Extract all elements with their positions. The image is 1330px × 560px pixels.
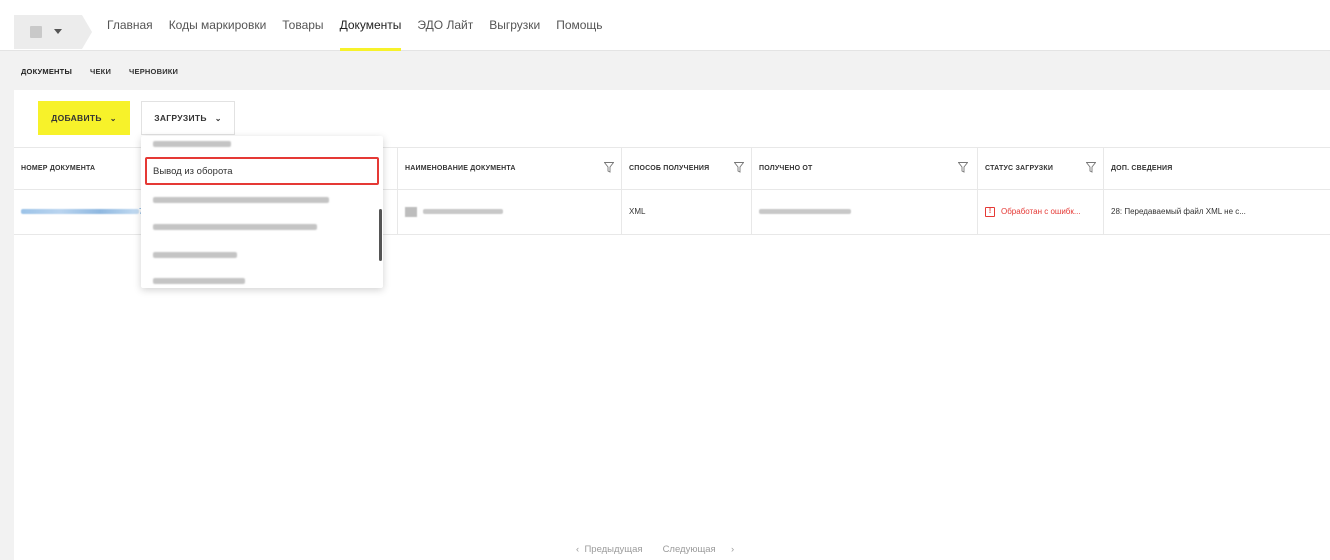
received-from-redacted (759, 209, 851, 215)
dropdown-item-label: Вывод из оборота (153, 165, 233, 177)
filter-icon[interactable] (1086, 162, 1096, 173)
dropdown-item-label-redacted (153, 224, 317, 230)
cell-upload-status: ! Обработан с ошибк... (978, 190, 1104, 234)
document-number-link[interactable] (21, 209, 139, 215)
nav-item-help[interactable]: Помощь (556, 0, 602, 51)
column-header-label: ДОП. СВЕДЕНИЯ (1111, 165, 1173, 172)
tab-documents[interactable]: ДОКУМЕНТЫ (21, 67, 72, 76)
additional-info-value: 28: Передаваемый файл XML не с... (1111, 207, 1246, 216)
column-header-receipt-method[interactable]: СПОСОБ ПОЛУЧЕНИЯ (622, 148, 752, 190)
cell-additional-info: 28: Передаваемый файл XML не с... (1104, 190, 1330, 234)
nav-item-exports[interactable]: Выгрузки (489, 0, 540, 51)
column-header-label: ПОЛУЧЕНО ОТ (759, 165, 813, 172)
upload-button-label: ЗАГРУЗИТЬ (154, 113, 207, 123)
organization-selector[interactable] (14, 15, 82, 49)
column-header-received-from[interactable]: ПОЛУЧЕНО ОТ (752, 148, 978, 190)
dropdown-item-withdrawal[interactable]: Вывод из оборота (145, 157, 379, 185)
next-page-button[interactable]: Следующая › (663, 544, 735, 555)
filter-icon[interactable] (958, 162, 968, 173)
document-icon (405, 206, 417, 217)
dropdown-item[interactable] (141, 241, 375, 269)
column-header-additional-info[interactable]: ДОП. СВЕДЕНИЯ (1104, 148, 1330, 190)
column-header-label: СТАТУС ЗАГРУЗКИ (985, 165, 1054, 172)
dropdown-item[interactable] (141, 267, 375, 288)
column-header-label: НАИМЕНОВАНИЕ ДОКУМЕНТА (405, 165, 516, 172)
dropdown-scrollbar[interactable] (379, 209, 382, 261)
sub-tabs: ДОКУМЕНТЫ ЧЕКИ ЧЕРНОВИКИ (0, 52, 1330, 90)
nav-item-home[interactable]: Главная (107, 0, 153, 51)
cell-received-from (752, 190, 978, 234)
pagination: ‹ Предыдущая Следующая › (576, 544, 744, 555)
upload-button[interactable]: ЗАГРУЗИТЬ ⌄ (141, 101, 235, 135)
dropdown-item-label-redacted (153, 252, 237, 258)
chevron-down-icon (54, 29, 62, 34)
column-header-upload-status[interactable]: СТАТУС ЗАГРУЗКИ (978, 148, 1104, 190)
nav-item-marking-codes[interactable]: Коды маркировки (169, 0, 267, 51)
column-header-label: НОМЕР ДОКУМЕНТА (21, 165, 96, 172)
dropdown-item-label-redacted (153, 278, 245, 284)
previous-page-button[interactable]: ‹ Предыдущая (576, 544, 653, 555)
cell-receipt-method: XML (622, 190, 752, 234)
organization-selector-arrow (82, 15, 92, 49)
add-button-label: ДОБАВИТЬ (51, 113, 102, 123)
dropdown-item[interactable] (141, 136, 375, 158)
organization-avatar-icon (30, 26, 42, 38)
tab-receipts[interactable]: ЧЕКИ (90, 67, 111, 76)
dropdown-item[interactable] (141, 213, 375, 241)
tab-drafts[interactable]: ЧЕРНОВИКИ (129, 67, 178, 76)
filter-icon[interactable] (604, 162, 614, 173)
nav-item-edo-lite[interactable]: ЭДО Лайт (417, 0, 473, 51)
document-name-redacted (423, 209, 503, 215)
chevron-down-icon: ⌄ (109, 113, 117, 123)
nav-item-products[interactable]: Товары (282, 0, 323, 51)
add-button[interactable]: ДОБАВИТЬ ⌄ (38, 101, 130, 135)
top-navigation: Главная Коды маркировки Товары Документы… (0, 0, 1330, 51)
next-page-label: Следующая (662, 544, 716, 555)
column-header-label: СПОСОБ ПОЛУЧЕНИЯ (629, 165, 710, 172)
chevron-down-icon: ⌄ (214, 113, 222, 123)
filter-icon[interactable] (734, 162, 744, 173)
upload-dropdown-menu: Вывод из оборота (141, 136, 383, 288)
cell-document-name (398, 190, 622, 234)
dropdown-item-label-redacted (153, 141, 231, 147)
dropdown-item-label-redacted (153, 197, 329, 203)
dropdown-item[interactable] (141, 186, 375, 214)
column-header-document-name[interactable]: НАИМЕНОВАНИЕ ДОКУМЕНТА (398, 148, 622, 190)
error-icon: ! (985, 206, 995, 217)
receipt-method-value: XML (629, 207, 646, 216)
main-nav: Главная Коды маркировки Товары Документы… (107, 0, 619, 51)
nav-item-documents[interactable]: Документы (339, 0, 401, 51)
status-badge: Обработан с ошибк... (1001, 207, 1081, 216)
previous-page-label: Предыдущая (584, 544, 643, 555)
